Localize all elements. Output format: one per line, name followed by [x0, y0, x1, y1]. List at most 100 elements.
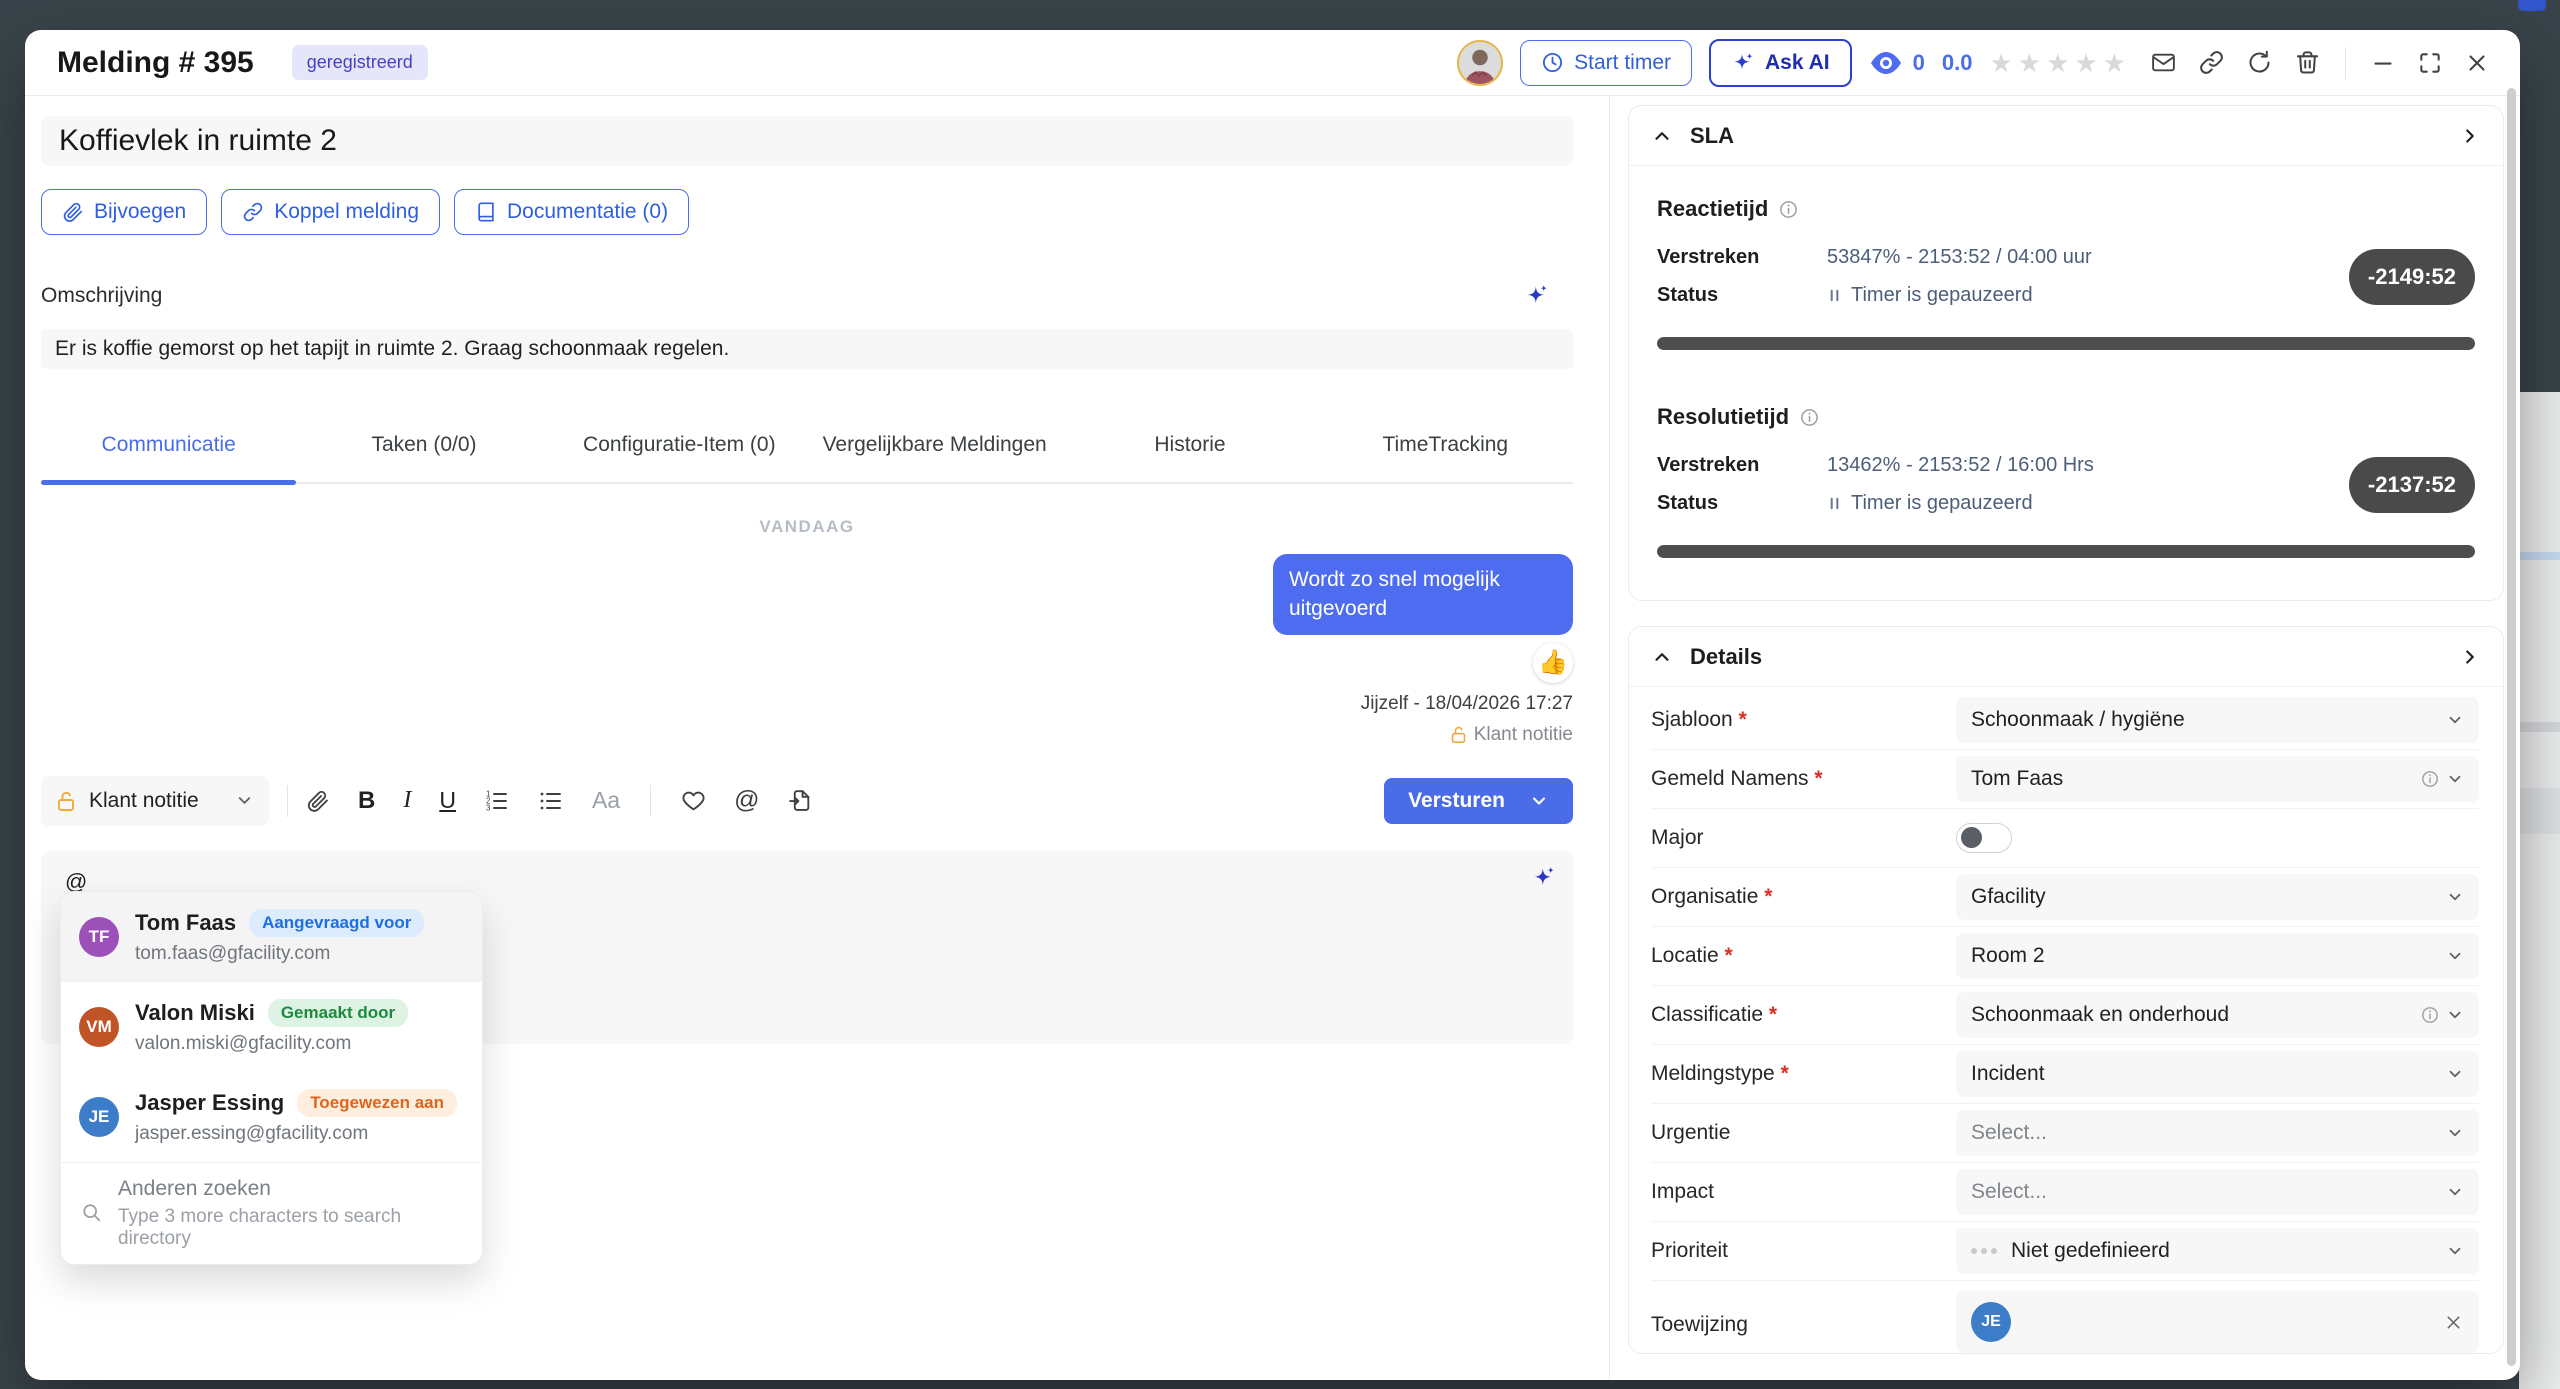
heart-button[interactable] [681, 788, 706, 813]
fullscreen-button[interactable] [2415, 48, 2445, 78]
search-directory-option[interactable]: Anderen zoeken Type 3 more characters to… [61, 1162, 482, 1264]
prioriteit-select[interactable]: Niet gedefinieerd [1956, 1228, 2479, 1274]
tab-vergelijkbare-meldingen[interactable]: Vergelijkbare Meldingen [807, 433, 1062, 482]
field-placeholder: Select... [1971, 1180, 2047, 1204]
description-label: Omschrijving [41, 284, 162, 308]
ai-sparkle-icon[interactable] [1523, 282, 1551, 310]
info-icon[interactable] [2421, 1006, 2439, 1024]
underline-button[interactable]: U [439, 787, 456, 814]
chevron-right-icon[interactable] [2459, 646, 2481, 668]
tab-configuratie-item[interactable]: Configuratie-Item (0) [552, 433, 807, 482]
delete-button[interactable] [2292, 47, 2323, 78]
gemeld-namens-select[interactable]: Tom Faas [1956, 756, 2479, 802]
chevron-up-icon[interactable] [1651, 646, 1673, 668]
urgentie-select[interactable]: Select... [1956, 1110, 2479, 1156]
start-timer-button[interactable]: Start timer [1520, 40, 1692, 86]
copy-link-button[interactable] [2196, 47, 2227, 78]
ordered-list-button[interactable]: 1 2 3 [484, 788, 510, 814]
classificatie-select[interactable]: Schoonmaak en onderhoud [1956, 992, 2479, 1038]
minimize-button[interactable] [2368, 48, 2398, 78]
divider [287, 785, 288, 817]
ticket-main-panel: Koffievlek in ruimte 2 Bijvoegen [25, 96, 1610, 1380]
thumbs-up-reaction[interactable]: 👍 [1533, 643, 1573, 683]
chevron-right-icon[interactable] [2459, 125, 2481, 147]
text-format-button[interactable]: Aa [592, 787, 620, 814]
person-email: valon.miski@gfacility.com [135, 1033, 408, 1055]
chevron-down-icon [2446, 947, 2464, 965]
field-label: Gemeld Namens [1651, 767, 1956, 791]
ticket-side-panel: SLA Reactietijd [1610, 96, 2520, 1380]
tab-taken[interactable]: Taken (0/0) [296, 433, 551, 482]
chevron-down-icon [2446, 770, 2464, 788]
sla-countdown-badge: -2137:52 [2349, 457, 2475, 513]
note-type-select[interactable]: Klant notitie [41, 776, 269, 826]
sjabloon-select[interactable]: Schoonmaak / hygiëne [1956, 697, 2479, 743]
documentation-button[interactable]: Documentatie (0) [454, 189, 689, 235]
field-label: Meldingstype [1651, 1062, 1956, 1086]
background-fragment [2519, 722, 2560, 732]
field-row-major: Major [1651, 809, 2479, 868]
mention-item-tom-faas[interactable]: TF Tom Faas Aangevraagd voor tom.faas@gf… [61, 892, 482, 982]
user-avatar[interactable] [1457, 40, 1503, 86]
email-button[interactable] [2148, 47, 2179, 78]
major-toggle[interactable] [1956, 823, 2012, 853]
sla-card: SLA Reactietijd [1628, 105, 2504, 601]
field-label: Toewijzing [1651, 1313, 1956, 1353]
toewijzing-field[interactable]: JE [1956, 1291, 2479, 1353]
status-label: Status [1657, 492, 1827, 515]
ticket-title-input[interactable]: Koffievlek in ruimte 2 [41, 116, 1573, 166]
tab-timetracking[interactable]: TimeTracking [1318, 433, 1573, 482]
page-title: Melding # 395 [57, 46, 254, 80]
role-badge: Gemaakt door [268, 999, 408, 1027]
mention-item-jasper-essing[interactable]: JE Jasper Essing Toegewezen aan jasper.e… [61, 1072, 482, 1162]
organisatie-select[interactable]: Gfacility [1956, 874, 2479, 920]
field-label: Major [1651, 826, 1956, 850]
bold-button[interactable]: B [358, 787, 375, 815]
bullet-list-button[interactable] [538, 788, 564, 814]
chevron-up-icon[interactable] [1651, 125, 1673, 147]
chevron-down-icon [2446, 1006, 2464, 1024]
ai-sparkle-icon[interactable] [1530, 864, 1558, 892]
clear-assignee-icon[interactable] [2443, 1312, 2464, 1333]
assignee-avatar[interactable]: JE [1971, 1302, 2011, 1342]
sla-card-header[interactable]: SLA [1629, 106, 2503, 166]
rating-stars[interactable]: ★★★★★ [1989, 50, 2131, 76]
field-label: Locatie [1651, 944, 1956, 968]
field-label: Urgentie [1651, 1121, 1956, 1145]
avatar: TF [79, 917, 119, 957]
mention-button[interactable]: @ [734, 786, 759, 815]
sla-countdown-badge: -2149:52 [2349, 249, 2475, 305]
avatar-photo [1459, 42, 1501, 84]
field-row-toewijzing: Toewijzing JE [1651, 1281, 2479, 1353]
link-report-button[interactable]: Koppel melding [221, 189, 440, 235]
modal-scrollbar[interactable] [2507, 88, 2516, 1366]
field-row-gemeld-namens: Gemeld Namens Tom Faas [1651, 750, 2479, 809]
tab-historie[interactable]: Historie [1062, 433, 1317, 482]
search-title: Anderen zoeken [118, 1177, 462, 1201]
meldingstype-select[interactable]: Incident [1956, 1051, 2479, 1097]
link-icon [242, 201, 264, 223]
field-label: Sjabloon [1651, 708, 1956, 732]
tab-communicatie[interactable]: Communicatie [41, 433, 296, 482]
watchers-stat[interactable]: 0 [1869, 50, 1925, 76]
ask-ai-button[interactable]: Ask AI [1709, 39, 1852, 87]
send-button[interactable]: Versturen [1384, 778, 1573, 824]
background-fragment [2519, 552, 2560, 560]
impact-select[interactable]: Select... [1956, 1169, 2479, 1215]
details-card-header[interactable]: Details [1629, 627, 2503, 687]
person-email: jasper.essing@gfacility.com [135, 1123, 457, 1145]
mention-item-valon-miski[interactable]: VM Valon Miski Gemaakt door valon.miski@… [61, 982, 482, 1072]
info-icon[interactable] [1800, 408, 1819, 427]
field-row-prioriteit: Prioriteit Niet gedefinieerd [1651, 1222, 2479, 1281]
info-icon[interactable] [1779, 200, 1798, 219]
field-row-urgentie: Urgentie Select... [1651, 1104, 2479, 1163]
insert-template-icon[interactable] [788, 788, 813, 813]
attach-button[interactable]: Bijvoegen [41, 189, 207, 235]
refresh-button[interactable] [2244, 47, 2275, 78]
info-icon[interactable] [2421, 770, 2439, 788]
attach-file-icon[interactable] [306, 789, 330, 813]
locatie-select[interactable]: Room 2 [1956, 933, 2479, 979]
clock-icon [1541, 51, 1564, 74]
italic-button[interactable]: I [403, 787, 411, 814]
close-button[interactable] [2462, 48, 2492, 78]
